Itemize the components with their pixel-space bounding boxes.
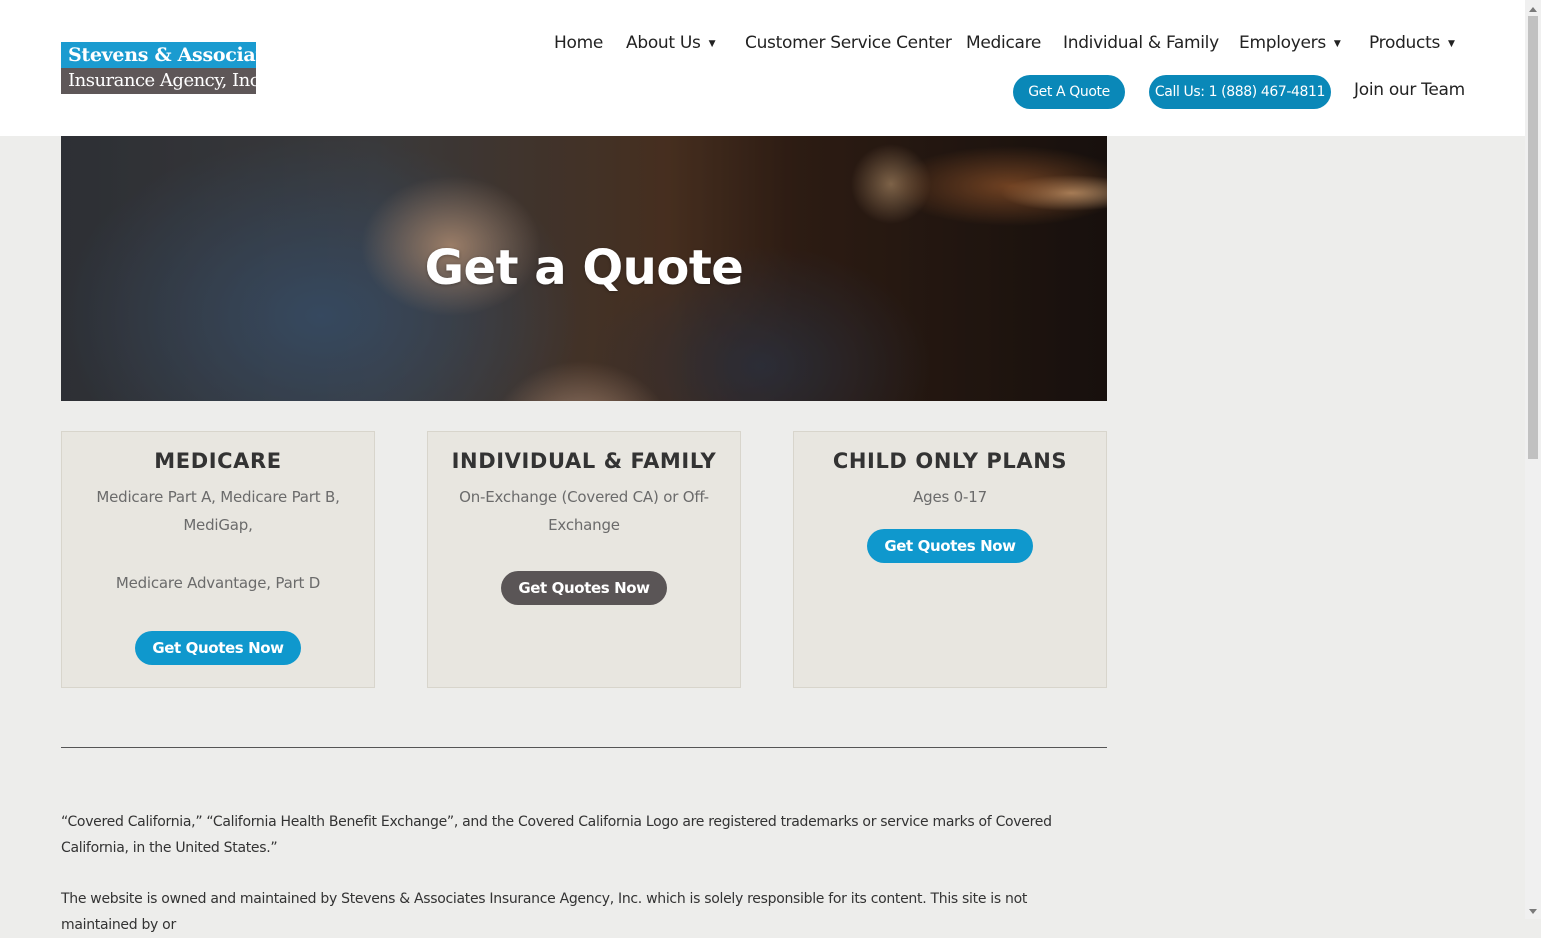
get-quotes-now-button[interactable]: Get Quotes Now: [501, 571, 667, 605]
card-description: Ages 0-17: [913, 488, 987, 506]
nav-individual-family[interactable]: Individual & Family: [1063, 33, 1219, 53]
call-us-button[interactable]: Call Us: 1 (888) 467-4811: [1149, 75, 1331, 109]
nav-medicare-label: Medicare: [966, 33, 1042, 53]
page-scrollbar[interactable]: [1525, 0, 1541, 919]
get-quotes-now-button[interactable]: Get Quotes Now: [867, 529, 1033, 563]
card-individual-family: INDIVIDUAL & FAMILY On-Exchange (Covered…: [427, 431, 741, 688]
get-a-quote-button[interactable]: Get A Quote: [1013, 75, 1125, 109]
hero-banner: Get a Quote: [61, 136, 1107, 401]
ownership-disclaimer: The website is owned and maintained by S…: [61, 891, 1028, 933]
card-title: INDIVIDUAL & FAMILY: [451, 449, 717, 473]
scroll-up-arrow-icon[interactable]: [1529, 7, 1537, 12]
nav-medicare[interactable]: Medicare: [966, 33, 1041, 53]
card-title: CHILD ONLY PLANS: [832, 449, 1068, 473]
caret-down-icon: ▼: [708, 39, 716, 49]
nav-about-us-label: About Us: [626, 33, 701, 53]
nav-employers-label: Employers: [1239, 33, 1326, 53]
trademark-disclaimer: “Covered California,” “California Health…: [61, 814, 1052, 856]
join-our-team-label: Join our Team: [1354, 80, 1465, 100]
section-divider: [61, 747, 1107, 748]
scroll-down-arrow-icon[interactable]: [1529, 909, 1537, 914]
hero-title: Get a Quote: [424, 240, 744, 296]
card-description-2: Medicare Advantage, Part D: [115, 574, 321, 592]
caret-down-icon: ▼: [1333, 39, 1341, 49]
nav-customer-service-label: Customer Service Center: [745, 33, 952, 53]
logo-line-2: Insurance Agency, Inc.: [61, 68, 256, 94]
nav-employers[interactable]: Employers ▼: [1239, 33, 1341, 53]
card-description: Medicare Part A, Medicare Part B, MediGa…: [96, 488, 340, 534]
nav-home-label: Home: [554, 33, 604, 53]
card-medicare: MEDICARE Medicare Part A, Medicare Part …: [61, 431, 375, 688]
get-quotes-now-button[interactable]: Get Quotes Now: [135, 631, 301, 665]
nav-individual-family-label: Individual & Family: [1063, 33, 1219, 53]
nav-about-us[interactable]: About Us ▼: [626, 33, 715, 53]
card-description: On-Exchange (Covered CA) or Off-Exchange: [459, 488, 709, 534]
logo-line-1: Stevens & Associates: [61, 42, 256, 68]
caret-down-icon: ▼: [1448, 39, 1455, 49]
card-title: MEDICARE: [154, 449, 282, 473]
nav-home[interactable]: Home: [554, 33, 603, 53]
nav-products-label: Products: [1369, 33, 1441, 53]
scroll-thumb[interactable]: [1528, 16, 1538, 459]
card-child-only-plans: CHILD ONLY PLANS Ages 0-17 Get Quotes No…: [793, 431, 1107, 688]
nav-products[interactable]: Products ▼: [1369, 33, 1455, 53]
site-header: Stevens & Associates Insurance Agency, I…: [0, 0, 1525, 136]
join-our-team-link[interactable]: Join our Team: [1354, 80, 1465, 100]
nav-customer-service-center[interactable]: Customer Service Center: [745, 33, 952, 53]
logo[interactable]: Stevens & Associates Insurance Agency, I…: [61, 42, 256, 94]
